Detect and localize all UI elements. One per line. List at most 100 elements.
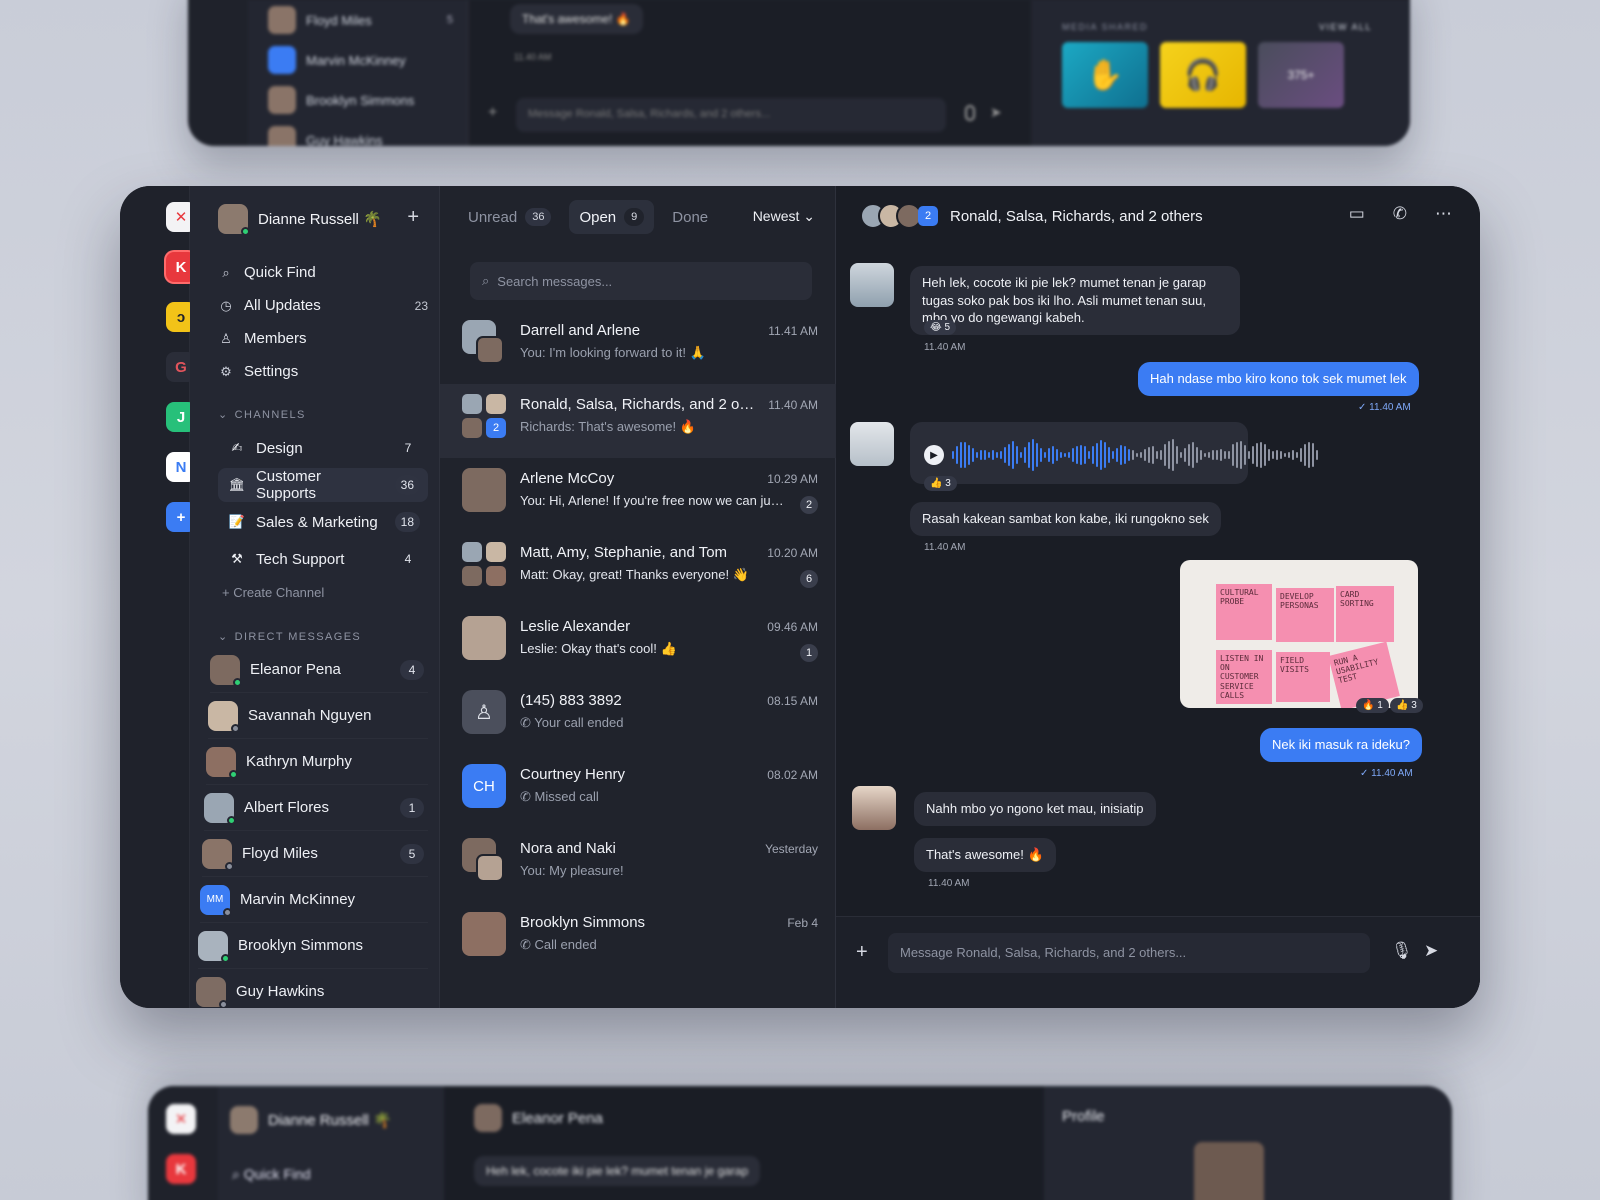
waveform-bar — [1056, 449, 1058, 461]
video-call-icon[interactable]: ▭ — [1349, 204, 1365, 224]
main-nav: ⌕ Quick Find ◷ All Updates 23 ♙ Members ⚙ Set… — [196, 256, 428, 1008]
search-icon: ⌕ — [482, 273, 490, 288]
new-item-button[interactable]: + — [407, 206, 419, 229]
profile-panel: Profile — [1044, 1086, 1452, 1200]
reaction-badge[interactable]: 😂 5 — [924, 320, 957, 335]
mic-icon[interactable] — [965, 105, 975, 121]
top-message-input[interactable]: Message Ronald, Salsa, Richards, and 2 o… — [516, 98, 946, 132]
nav-members[interactable]: ♙ Members — [218, 322, 428, 355]
tab-label: Done — [672, 208, 709, 226]
shared-photo[interactable]: CULTURAL PROBE DEVELOP PERSONAS CARD SOR… — [1180, 560, 1418, 708]
reaction-badge[interactable]: 👍 3 — [1390, 698, 1423, 713]
search-input[interactable]: Search messages... — [497, 274, 612, 289]
conversation-item[interactable]: Leslie Alexander Leslie: Okay that's cool… — [440, 606, 836, 680]
waveform-bar — [1060, 451, 1062, 459]
conversation-preview: Missed call — [534, 789, 599, 804]
search-bar[interactable]: ⌕ Search messages... — [470, 262, 812, 300]
conversation-time: 08.02 AM — [767, 768, 818, 782]
tab-open[interactable]: Open 9 — [569, 200, 655, 234]
waveform-bar — [1108, 446, 1110, 464]
conversation-item[interactable]: Matt, Amy, Stephanie, and Tom Matt: Okay,… — [440, 532, 836, 606]
play-icon[interactable]: ▶ — [924, 445, 944, 465]
nav-settings[interactable]: ⚙ Settings — [218, 355, 428, 388]
dm-item[interactable]: Savannah Nguyen — [208, 693, 428, 739]
waveform-bar — [1164, 443, 1166, 467]
dm-item[interactable]: Eleanor Pena 4 — [210, 647, 428, 693]
conversation-item[interactable]: 2 Ronald, Salsa, Richards, and 2 others Ri… — [440, 384, 836, 458]
conversation-item[interactable]: ♙ (145) 883 3892 ✆ Your call ended 08.15 AM — [440, 680, 836, 754]
nav-quick-find[interactable]: ⌕ Quick Find — [218, 256, 428, 289]
conversation-item[interactable]: Brooklyn Simmons ✆ Call ended Feb 4 — [440, 902, 836, 976]
add-attachment-icon[interactable]: + — [488, 104, 497, 122]
dm-unread-badge: 1 — [400, 797, 424, 818]
phone-icon[interactable]: ✆ — [1393, 204, 1407, 224]
unread-badge: 6 — [800, 570, 818, 588]
status-dot — [231, 723, 240, 733]
tab-unread[interactable]: Unread 36 — [458, 200, 561, 234]
waveform-bar — [1172, 439, 1174, 471]
sort-dropdown[interactable]: Newest ⌄ — [753, 208, 815, 225]
dm-item[interactable]: Brooklyn Simmons — [198, 923, 428, 969]
waveform-bar — [1252, 445, 1254, 465]
headphones-icon: 🎧 — [1184, 58, 1222, 92]
media-thumbnail-glove[interactable]: ✋ — [1062, 42, 1148, 108]
more-options-icon[interactable]: ⋯ — [1435, 204, 1452, 224]
waveform-bar — [1276, 450, 1278, 460]
mic-icon[interactable]: 🎙 — [1391, 941, 1413, 961]
unread-badge: 1 — [800, 644, 818, 662]
nav-all-updates[interactable]: ◷ All Updates 23 — [218, 289, 428, 322]
send-icon[interactable]: ➤ — [990, 104, 1002, 121]
conversation-item[interactable]: CH Courtney Henry ✆ Missed call 08.02 AM — [440, 754, 836, 828]
message-bubble-outgoing: Hah ndase mbo kiro kono tok sek mumet le… — [1138, 362, 1419, 396]
channel-sales-marketing[interactable]: 📝 Sales & Marketing 18 — [218, 505, 428, 539]
conversation-title: Nora and Naki — [520, 840, 616, 857]
chat-panel: 2 Ronald, Salsa, Richards, and 2 others … — [836, 186, 1480, 1008]
status-dot — [223, 907, 232, 917]
dm-name: Kathryn Murphy — [246, 753, 352, 770]
top-contact-row[interactable]: Floyd Miles 5 — [248, 0, 467, 40]
participant-avatars[interactable]: 2 — [860, 203, 938, 229]
reaction-badge[interactable]: 🔥 1 — [1356, 698, 1389, 713]
tab-done[interactable]: Done — [662, 200, 718, 234]
media-thumbnail-more[interactable]: 375+ — [1258, 42, 1344, 108]
app-red-icon[interactable]: K — [166, 1154, 196, 1184]
avatar-initials: CH — [462, 764, 506, 808]
dm-item[interactable]: Floyd Miles 5 — [202, 831, 428, 877]
top-contact-row[interactable]: Marvin McKinney — [248, 40, 467, 80]
profile-photo — [1194, 1142, 1264, 1200]
dm-item[interactable]: Albert Flores 1 — [204, 785, 428, 831]
dm-name: Floyd Miles — [242, 845, 318, 862]
status-dot — [219, 999, 228, 1008]
conversation-item[interactable]: Darrell and Arlene You: I'm looking forwa… — [440, 310, 836, 384]
waveform-bar — [1152, 445, 1154, 465]
channel-customer-supports[interactable]: 🏛 Customer Supports 36 — [218, 468, 428, 502]
create-channel-link[interactable]: + Create Channel — [218, 585, 428, 600]
user-profile[interactable]: Dianne Russell 🌴 — [218, 204, 382, 236]
channel-design[interactable]: ✍ Design 7 — [218, 431, 428, 465]
top-contact-row[interactable]: Guy Hawkins — [248, 120, 467, 146]
dm-item[interactable]: Kathryn Murphy — [206, 739, 428, 785]
waveform-bar — [1192, 441, 1194, 469]
message-input[interactable]: Message Ronald, Salsa, Richards, and 2 o… — [888, 933, 1370, 973]
top-contact-row[interactable]: Brooklyn Simmons — [248, 80, 467, 120]
waveform-bar — [956, 446, 958, 464]
reaction-badge[interactable]: 👍 3 — [924, 476, 957, 491]
send-icon[interactable]: ➤ — [1424, 941, 1438, 961]
brand-logo-icon[interactable]: ✕ — [166, 1104, 196, 1134]
dm-item[interactable]: MM Marvin McKinney — [200, 877, 428, 923]
avatar — [850, 422, 894, 466]
status-dot — [229, 769, 238, 779]
conversation-item[interactable]: Arlene McCoy You: Hi, Arlene! If you're f… — [440, 458, 836, 532]
dm-item[interactable]: Guy Hawkins — [196, 969, 428, 1008]
channel-count: 4 — [404, 552, 412, 566]
media-thumbnail-headphones[interactable]: 🎧 — [1160, 42, 1246, 108]
waveform-bar — [1256, 443, 1258, 467]
view-all-link[interactable]: VIEW ALL — [1319, 22, 1372, 32]
tab-label: Unread — [468, 208, 518, 226]
channels-header[interactable]: ⌄ CHANNELS — [218, 408, 428, 422]
nav-quick-find[interactable]: ⌕ Quick Find — [232, 1166, 311, 1183]
direct-messages-header[interactable]: ⌄ DIRECT MESSAGES — [218, 630, 428, 644]
channel-tech-support[interactable]: ⚒ Tech Support 4 — [218, 542, 428, 576]
add-attachment-icon[interactable]: + — [856, 941, 868, 964]
conversation-item[interactable]: Nora and Naki You: My pleasure! Yesterday — [440, 828, 836, 902]
